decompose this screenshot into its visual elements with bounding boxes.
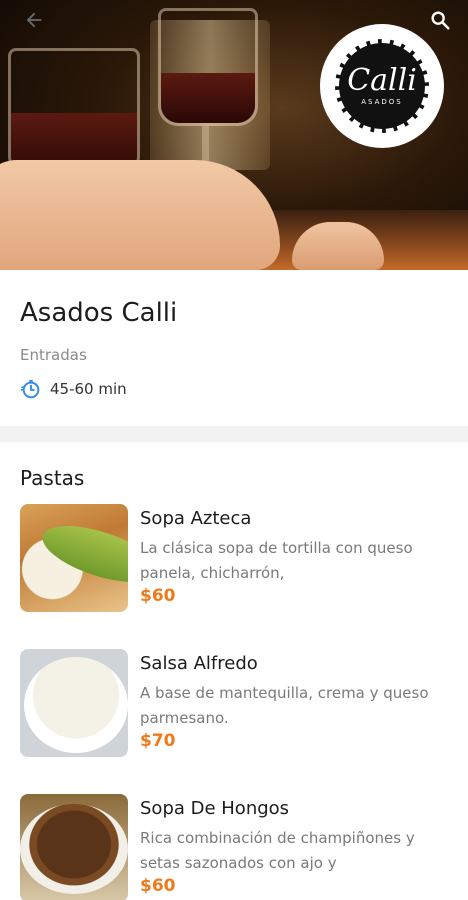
arrow-left-icon: [26, 12, 42, 28]
menu-item-name: Salsa Alfredo: [140, 653, 258, 674]
logo-subtext: ASADOS: [361, 98, 403, 106]
menu-item-name: Sopa Azteca: [140, 508, 252, 529]
hand: [0, 160, 280, 270]
menu-item-description: A base de mantequilla, crema y queso par…: [140, 684, 429, 727]
stopwatch-icon: [20, 379, 40, 399]
wine-glass: [8, 48, 140, 176]
delivery-time: 45-60 min: [20, 378, 127, 400]
menu-section-title: Pastas: [20, 466, 85, 490]
restaurant-name: Asados Calli: [20, 298, 178, 328]
menu-item-image: [20, 649, 128, 757]
restaurant-cover-image: Calli ASADOS: [0, 0, 468, 270]
restaurant-category: Entradas: [20, 346, 87, 364]
delivery-time-text: 45-60 min: [50, 380, 127, 398]
menu-item-image: [20, 794, 128, 900]
back-button[interactable]: [20, 6, 48, 34]
menu-item-name: Sopa De Hongos: [140, 798, 290, 819]
restaurant-info: Asados Calli Entradas 45-60 min: [0, 270, 468, 426]
search-icon: [431, 11, 450, 30]
restaurant-logo: Calli ASADOS: [320, 24, 444, 148]
wine-glass: [158, 8, 258, 126]
menu-item-description: La clásica sopa de tortilla con queso pa…: [140, 539, 413, 582]
menu-item-image: [20, 504, 128, 612]
menu-item[interactable]: Sopa Azteca La clásica sopa de tortilla …: [20, 504, 460, 614]
menu-item-price: $70: [140, 731, 176, 751]
logo-text: Calli: [347, 63, 417, 98]
section-divider: [0, 426, 468, 442]
menu-item[interactable]: Sopa De Hongos Rica combinación de champ…: [20, 794, 460, 900]
menu-item-description: Rica combinación de champiñones y setas …: [140, 829, 415, 872]
menu-item[interactable]: Salsa Alfredo A base de mantequilla, cre…: [20, 649, 460, 759]
menu-item-price: $60: [140, 876, 176, 896]
search-button[interactable]: [426, 6, 454, 34]
menu-item-price: $60: [140, 586, 176, 606]
